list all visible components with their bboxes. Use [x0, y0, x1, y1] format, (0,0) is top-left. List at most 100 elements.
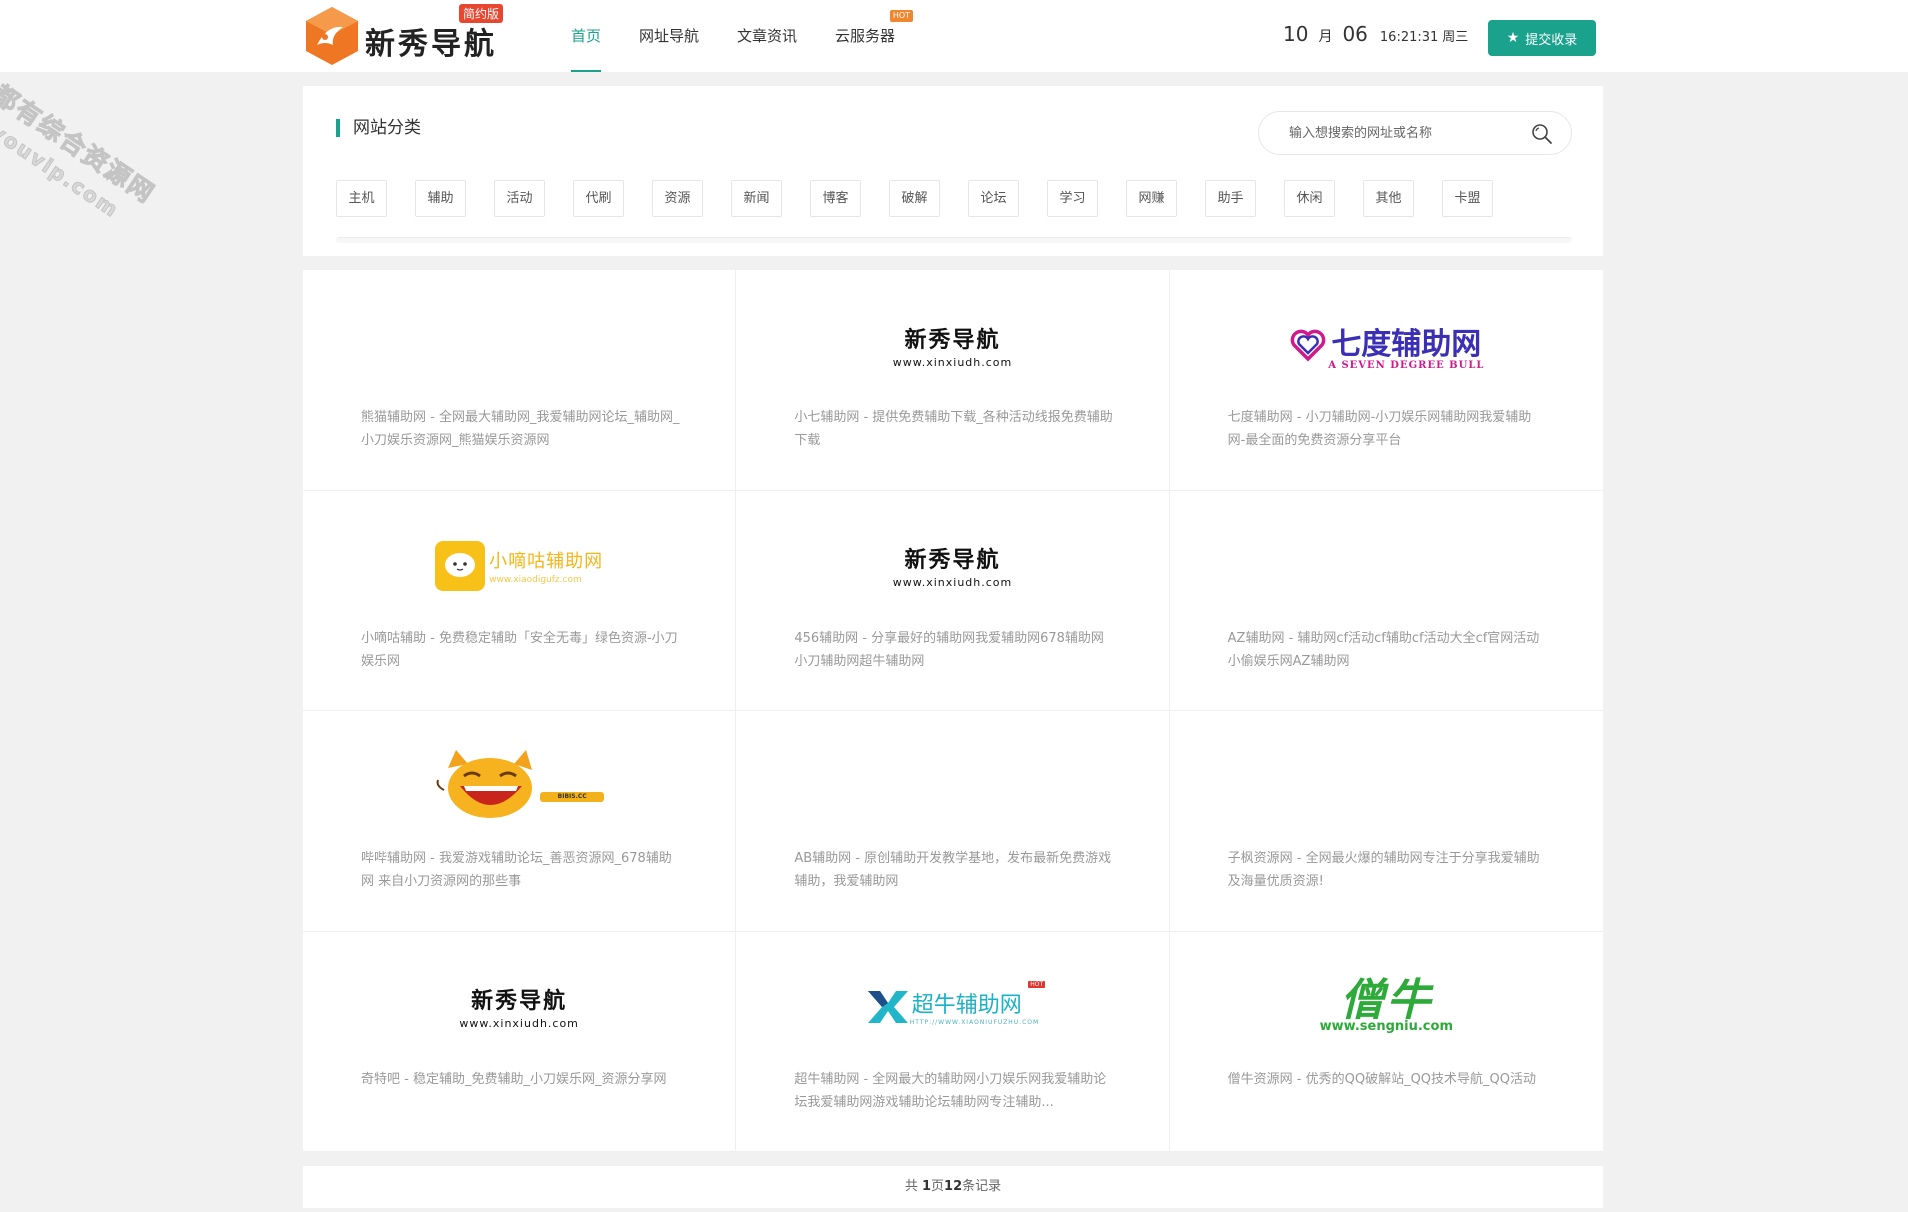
category-tag[interactable]: 学习 — [1047, 180, 1098, 217]
logo-domain: BIBIS.CC — [540, 792, 605, 802]
category-panel: 网站分类 主机 辅助 活动 代刷 资源 新闻 博客 破解 论坛 学习 网赚 助手… — [303, 86, 1603, 256]
site-description: 小七辅助网 - 提供免费辅助下载_各种活动线报免费辅助下载 — [794, 410, 1113, 448]
category-tag[interactable]: 辅助 — [415, 180, 466, 217]
category-divider — [336, 237, 1572, 243]
heart-logo-icon — [1290, 329, 1326, 362]
main-nav: 首页 网址导航 文章资讯 云服务器 HOT — [571, 0, 933, 72]
site-card[interactable]: 子枫资源网 - 全网最火爆的辅助网专注于分享我爱辅助及海量优质资源! — [1169, 711, 1603, 932]
site-description: 小嘀咕辅助 - 免费稳定辅助「安全无毒」绿色资源-小刀娱乐网 — [361, 630, 678, 669]
search-box — [1258, 111, 1572, 155]
pager-suffix: 条记录 — [962, 1179, 1002, 1194]
site-logo[interactable]: 新秀导航 简约版 — [303, 4, 503, 68]
category-tags: 主机 辅助 活动 代刷 资源 新闻 博客 破解 论坛 学习 网赚 助手 休闲 其… — [336, 180, 1521, 217]
chat-bubble-icon — [435, 540, 486, 591]
month-value: 10 — [1283, 22, 1309, 46]
site-description: 超牛辅助网 - 全网最大的辅助网小刀娱乐网我爱辅助论坛我爱辅助网游戏辅助论坛辅助… — [794, 1071, 1107, 1110]
watermark-line-1: 全都有综合资源网 — [0, 64, 161, 210]
logo-title: 超牛辅助网 — [911, 993, 1022, 1018]
site-card[interactable]: 新秀导航 www.xinxiudh.com 奇特吧 - 稳定辅助_免费辅助_小刀… — [303, 931, 737, 1152]
submit-site-button[interactable]: ★ 提交收录 — [1488, 20, 1596, 56]
site-card[interactable]: 新秀导航 www.xinxiudh.com 小七辅助网 - 提供免费辅助下载_各… — [736, 270, 1170, 491]
site-card[interactable]: 新秀导航 www.xinxiudh.com 456辅助网 - 分享最好的辅助网我… — [736, 490, 1170, 711]
pager-mid: 页 — [931, 1179, 945, 1194]
category-tag[interactable]: 网赚 — [1126, 180, 1177, 217]
site-description: AZ辅助网 - 辅助网cf活动cf辅助cf活动大全cf官网活动小偷娱乐网AZ辅助… — [1227, 630, 1540, 669]
watermark: 全都有综合资源网 douyouvip.com — [0, 60, 163, 234]
site-card[interactable]: BIBIS.CC 哔哔辅助网 - 我爱游戏辅助论坛_善恶资源网_678辅助网 来… — [303, 711, 737, 932]
month-unit: 月 — [1318, 29, 1333, 45]
site-description: 七度辅助网 - 小刀辅助网-小刀娱乐网辅助网我爱辅助网-最全面的免费资源分享平台 — [1227, 410, 1532, 448]
category-tag[interactable]: 博客 — [810, 180, 861, 217]
site-card[interactable]: 七度辅助网 A SEVEN DEGREE BULL 七度辅助网 - 小刀辅助网-… — [1169, 270, 1603, 491]
weekday: 周三 — [1442, 30, 1469, 45]
site-card[interactable]: 熊猫辅助网 - 全网最大辅助网_我爱辅助网论坛_辅助网_小刀娱乐资源网_熊猫娱乐… — [303, 270, 737, 491]
hot-badge: HOT — [889, 10, 914, 22]
pager-prefix: 共 — [904, 1179, 922, 1194]
category-tag[interactable]: 主机 — [336, 180, 387, 217]
logo-title: 七度辅助网 — [1331, 327, 1482, 362]
nav-site-directory[interactable]: 网址导航 — [639, 0, 699, 72]
site-card[interactable]: 小嘀咕辅助网 www.xiaodigufz.com 小嘀咕辅助 - 免费稳定辅助… — [303, 490, 737, 711]
category-title: 网站分类 — [336, 119, 421, 137]
logo-url: www.xinxiudh.com — [892, 355, 1013, 369]
site-card[interactable]: AZ辅助网 - 辅助网cf活动cf辅助cf活动大全cf官网活动小偷娱乐网AZ辅助… — [1169, 491, 1603, 711]
star-icon: ★ — [1506, 30, 1520, 46]
site-logo: 新秀导航 www.xinxiudh.com — [736, 300, 1168, 390]
site-description: 子枫资源网 - 全网最火爆的辅助网专注于分享我爱辅助及海量优质资源! — [1227, 851, 1540, 889]
logo-title: 小嘀咕辅助网 — [489, 550, 604, 572]
logo-title: 僧牛 — [1340, 975, 1433, 1026]
category-tag[interactable]: 卡盟 — [1442, 180, 1493, 217]
site-logo: 新秀导航 www.xinxiudh.com — [303, 962, 735, 1052]
site-card[interactable]: AB辅助网 - 原创辅助开发教学基地，发布最新免费游戏辅助，我爱辅助网 — [736, 711, 1170, 932]
category-tag[interactable]: 代刷 — [573, 180, 624, 217]
logo-url: www.xinxiudh.com — [892, 576, 1013, 589]
nav-home[interactable]: 首页 — [571, 0, 602, 72]
top-header: 新秀导航 简约版 首页 网址导航 文章资讯 云服务器 HOT 10 月 06 1… — [0, 0, 1908, 72]
category-tag[interactable]: 其他 — [1363, 180, 1414, 217]
site-logo-blank — [1170, 521, 1603, 611]
site-card-grid: 熊猫辅助网 - 全网最大辅助网_我爱辅助网论坛_辅助网_小刀娱乐资源网_熊猫娱乐… — [303, 270, 1603, 1152]
category-tag[interactable]: 资源 — [652, 180, 703, 217]
submit-site-label: 提交收录 — [1525, 32, 1578, 48]
watermark-line-2: douyouvip.com — [0, 92, 124, 223]
logo-text: 新秀导航 — [365, 27, 497, 62]
day-value: 06 — [1342, 22, 1368, 46]
logo-title: 新秀导航 — [471, 989, 568, 1014]
pagination-summary: 共 1页12条记录 — [303, 1166, 1603, 1208]
category-tag[interactable]: 破解 — [889, 180, 940, 217]
logo-url: www.xiaodigufz.com — [489, 574, 582, 585]
xou-mark-icon — [867, 990, 908, 1023]
category-tag[interactable]: 活动 — [494, 180, 545, 217]
category-tag[interactable]: 新闻 — [731, 180, 782, 217]
site-logo: 新秀导航 www.xinxiudh.com — [736, 521, 1168, 611]
site-logo: 七度辅助网 A SEVEN DEGREE BULL — [1170, 300, 1603, 390]
category-tag[interactable]: 论坛 — [968, 180, 1019, 217]
nav-cloud-server[interactable]: 云服务器 HOT — [835, 0, 914, 72]
site-description: 僧牛资源网 - 优秀的QQ破解站_QQ技术导航_QQ活动 — [1227, 1071, 1537, 1087]
site-logo-blank — [1170, 741, 1603, 831]
page-count: 1 — [921, 1179, 932, 1194]
site-logo: 小嘀咕辅助网 www.xiaodigufz.com — [303, 521, 735, 611]
logo-hexagon-icon — [303, 5, 361, 67]
site-card[interactable]: 超牛辅助网 HTTP://WWW.XIAONIUFUZHU.COM HOT 超牛… — [736, 931, 1170, 1152]
search-input[interactable] — [1289, 122, 1519, 144]
edition-badge: 简约版 — [459, 4, 503, 23]
logo-subtitle: A SEVEN DEGREE BULL — [1328, 360, 1485, 371]
site-logo-blank — [303, 300, 735, 390]
site-description: 熊猫辅助网 - 全网最大辅助网_我爱辅助网论坛_辅助网_小刀娱乐资源网_熊猫娱乐… — [361, 410, 680, 448]
site-card[interactable]: 僧牛 www.sengniu.com 僧牛资源网 - 优秀的QQ破解站_QQ技术… — [1169, 932, 1603, 1152]
logo-url: www.sengniu.com — [1319, 1019, 1453, 1034]
logo-url: HTTP://WWW.XIAONIUFUZHU.COM — [909, 1019, 1040, 1026]
search-icon[interactable] — [1531, 123, 1553, 145]
site-description: 奇特吧 - 稳定辅助_免费辅助_小刀娱乐网_资源分享网 — [361, 1071, 667, 1087]
date-time-display: 10 月 06 16:21:31 周三 — [1283, 22, 1468, 46]
logo-url: www.xinxiudh.com — [459, 1017, 579, 1030]
site-logo: BIBIS.CC — [303, 741, 735, 831]
site-description: 哔哔辅助网 - 我爱游戏辅助论坛_善恶资源网_678辅助网 来自小刀资源网的那些… — [361, 851, 672, 889]
category-tag[interactable]: 助手 — [1205, 180, 1256, 217]
nav-articles[interactable]: 文章资讯 — [737, 0, 797, 72]
hot-badge: HOT — [1028, 980, 1046, 988]
category-tag[interactable]: 休闲 — [1284, 180, 1335, 217]
site-logo-blank — [736, 741, 1168, 831]
header-inner: 新秀导航 简约版 首页 网址导航 文章资讯 云服务器 HOT 10 月 06 1… — [303, 0, 1603, 72]
